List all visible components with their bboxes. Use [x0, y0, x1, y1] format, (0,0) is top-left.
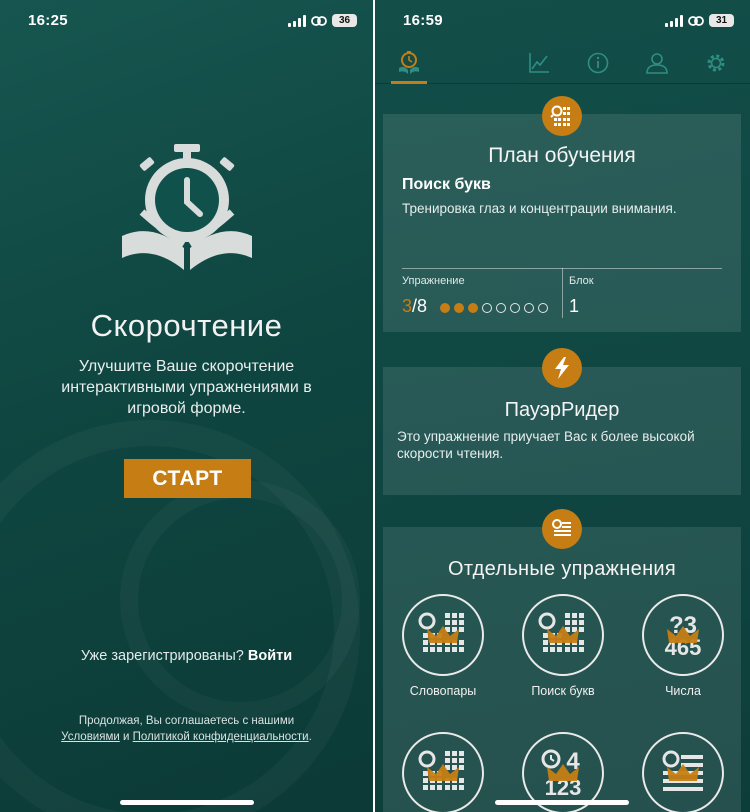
battery-icon: 36 [332, 14, 357, 27]
exercise-item[interactable]: ?3 465 Числа [641, 594, 725, 698]
chart-icon[interactable] [526, 50, 552, 76]
home-indicator[interactable] [495, 800, 629, 805]
login-prompt-text: Уже зарегистрированы? [80, 648, 244, 664]
plan-exercise-desc: Тренировка глаз и концентрации внимания. [402, 201, 677, 216]
status-bar: 16:59 31 [375, 12, 750, 34]
terms-text: Продолжая, Вы соглашаетесь с нашими Усло… [30, 713, 343, 745]
info-icon[interactable] [585, 50, 611, 76]
start-button[interactable]: СТАРТ [124, 459, 251, 498]
signal-icon [288, 14, 306, 27]
lightning-icon [542, 348, 582, 388]
grid-search-crown-icon[interactable] [402, 594, 484, 676]
plan-exercise-name: Поиск букв [402, 176, 491, 193]
block-label: Блок [569, 275, 594, 287]
progress-current: 3 [402, 296, 413, 316]
progress-total: /8 [412, 296, 428, 316]
gear-icon[interactable] [703, 50, 729, 76]
grid-search-crown-icon[interactable] [402, 732, 484, 812]
status-time: 16:25 [28, 12, 68, 29]
grid-search-icon [542, 96, 582, 136]
progress-dot [440, 303, 450, 313]
plan-card[interactable]: План обучения Поиск букв Тренировка глаз… [383, 114, 741, 332]
plan-title: План обучения [488, 144, 636, 167]
stopwatch-book-icon [122, 144, 252, 270]
progress-dot [454, 303, 464, 313]
background-decoration [120, 480, 360, 720]
list-icon [542, 509, 582, 549]
terms-and: и [123, 731, 130, 743]
numbers-crown-icon[interactable]: ?3 465 [642, 594, 724, 676]
progress-dot [510, 303, 520, 313]
progress-counter: 3/8 [402, 296, 427, 317]
login-prompt: Уже зарегистрированы? Войти [0, 648, 373, 664]
block-value: 1 [569, 296, 580, 316]
status-bar: 16:25 36 [0, 12, 373, 34]
exercise-label: Словопары [409, 684, 477, 698]
separate-exercises-title: Отдельные упражнения [447, 558, 677, 580]
status-time: 16:59 [403, 12, 443, 29]
progress-dot [538, 303, 548, 313]
battery-icon: 31 [709, 14, 734, 27]
progress-dot [468, 303, 478, 313]
search-list-crown-icon[interactable] [642, 732, 724, 812]
power-reader-title: ПауэрРидер [504, 399, 620, 421]
power-reader-desc: Это упражнение приучает Вас к более высо… [397, 429, 695, 461]
welcome-screen: 16:25 36 Скорочтение Улучшите Ваше скоро… [0, 0, 373, 812]
terms-prefix: Продолжая, Вы соглашаетесь с нашими [78, 715, 295, 727]
user-icon[interactable] [644, 50, 670, 76]
exercise-label: Поиск букв [531, 684, 595, 698]
exercise-label: Числа [665, 684, 701, 698]
grid-search-crown-icon[interactable] [522, 594, 604, 676]
nav-active-indicator [391, 81, 427, 84]
home-indicator[interactable] [120, 800, 254, 805]
privacy-link[interactable]: Политикой конфиденциальности [133, 731, 309, 743]
nav-stopwatch-book-icon[interactable] [396, 50, 422, 76]
progress-dot [496, 303, 506, 313]
exercise-item[interactable] [641, 732, 725, 812]
progress-dot [524, 303, 534, 313]
terms-link[interactable]: Условиями [61, 731, 120, 743]
signal-icon [665, 14, 683, 27]
terms-suffix: . [308, 731, 312, 743]
progress-dots [440, 303, 548, 313]
link-icon [311, 15, 327, 26]
exercise-label: Упражнение [402, 275, 465, 287]
progress-dot [482, 303, 492, 313]
exercise-item[interactable] [401, 732, 485, 812]
plan-divider [562, 268, 563, 318]
link-icon [688, 15, 704, 26]
exercise-item[interactable]: Словопары [401, 594, 485, 698]
login-link[interactable]: Войти [248, 648, 292, 664]
top-nav [375, 44, 750, 84]
main-screen: 16:59 31 План обучения Поиск букв Тренир… [375, 0, 750, 812]
exercise-item[interactable]: Поиск букв [521, 594, 605, 698]
app-title: Скорочтение [90, 308, 283, 343]
app-subtitle: Улучшите Ваше скорочтение интерактивными… [61, 358, 312, 417]
